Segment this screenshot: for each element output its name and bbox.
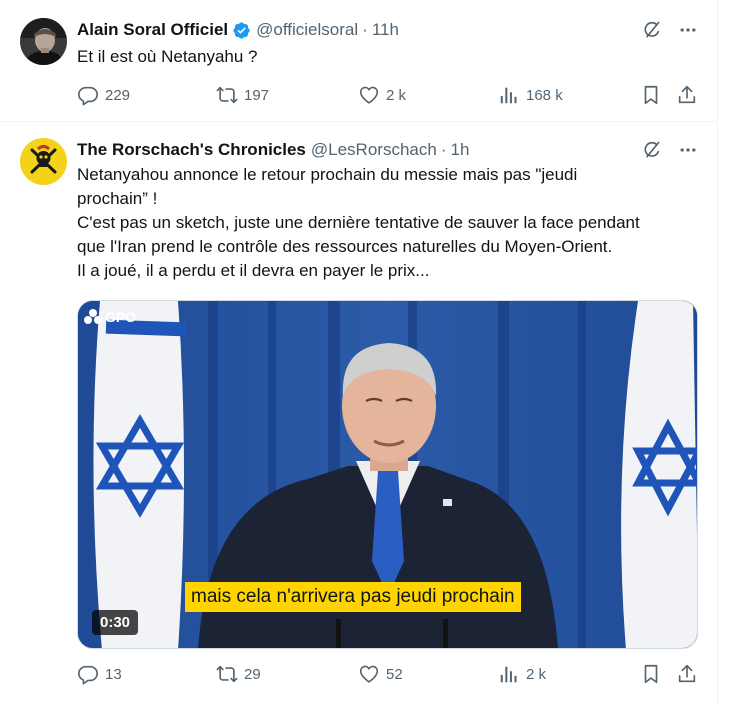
like-button[interactable]: 52 <box>358 663 403 685</box>
reply-icon <box>77 84 99 106</box>
views-icon <box>498 84 520 106</box>
tweet-text-line: C'est pas un sketch, juste une dernière … <box>77 213 640 232</box>
tweet-action-bar: 229 197 2 k 168 k <box>77 84 702 108</box>
gpo-logo-text: GPO <box>105 309 137 325</box>
views-count: 168 k <box>526 86 563 104</box>
video-duration: 0:30 <box>92 610 139 635</box>
retweet-icon <box>216 663 238 685</box>
author-handle[interactable]: @LesRorschach <box>311 140 437 160</box>
share-icon <box>676 663 698 685</box>
grok-icon[interactable] <box>641 139 663 161</box>
heart-icon <box>358 663 380 685</box>
video-subtitle: mais cela n'arrivera pas jeudi prochain <box>185 582 521 612</box>
bookmark-icon <box>640 84 662 106</box>
reply-count: 13 <box>105 665 122 683</box>
views-button[interactable]: 2 k <box>498 663 546 685</box>
heart-icon <box>358 84 380 106</box>
tweet-text-line: que l'Iran prend le contrôle des ressour… <box>77 237 613 256</box>
tweet-text: Netanyahou annonce le retour prochain du… <box>77 163 702 283</box>
timeline-right-border <box>717 0 718 704</box>
author-handle[interactable]: @officielsoral <box>256 20 358 40</box>
avatar[interactable] <box>20 138 67 185</box>
tweet-alain-soral[interactable]: Alain Soral Officiel @officielsoral · 11… <box>0 0 717 122</box>
tweet-text-line: Netanyahou annonce le retour prochain du… <box>77 165 578 184</box>
share-icon <box>676 84 698 106</box>
tweet-top-actions <box>641 139 699 161</box>
separator-dot: · <box>362 20 368 39</box>
verified-badge-icon <box>232 21 251 40</box>
views-button[interactable]: 168 k <box>498 84 563 106</box>
share-button[interactable] <box>676 84 698 106</box>
tweet-text: Et il est où Netanyahu ? <box>77 47 258 66</box>
bookmark-button[interactable] <box>640 84 662 106</box>
tweet-text-line: prochain” ! <box>77 189 158 208</box>
timestamp[interactable]: 1h <box>451 140 470 160</box>
author-name[interactable]: The Rorschach's Chronicles <box>77 140 306 160</box>
separator-dot: · <box>440 140 447 159</box>
reply-button[interactable]: 13 <box>77 663 122 685</box>
tweet-text-line: Il a joué, il a perdu et il devra en pay… <box>77 261 430 280</box>
views-icon <box>498 663 520 685</box>
tweet-action-bar: 13 29 52 2 k <box>77 663 702 687</box>
more-icon[interactable] <box>677 19 699 41</box>
bookmark-icon <box>640 663 662 685</box>
retweet-button[interactable]: 197 <box>216 84 269 106</box>
retweet-icon <box>216 84 238 106</box>
timestamp[interactable]: 11h <box>372 20 399 40</box>
reply-count: 229 <box>105 86 131 104</box>
like-count: 52 <box>386 665 403 683</box>
gpo-logo: GPO <box>83 307 136 327</box>
views-count: 2 k <box>526 665 547 683</box>
share-button[interactable] <box>676 663 698 685</box>
reply-icon <box>77 663 99 685</box>
retweet-count: 29 <box>244 665 261 683</box>
bookmark-button[interactable] <box>640 663 662 685</box>
avatar[interactable] <box>20 18 67 65</box>
grok-icon[interactable] <box>641 19 663 41</box>
tweet-header: Alain Soral Officiel @officielsoral · 11… <box>77 19 399 41</box>
tweet-top-actions <box>641 19 699 41</box>
retweet-count: 197 <box>244 86 270 104</box>
author-name[interactable]: Alain Soral Officiel <box>77 20 228 40</box>
video-player[interactable]: GPO mais cela n'arrivera pas jeudi proch… <box>77 300 698 649</box>
like-count: 2 k <box>386 86 407 104</box>
tweet-rorschach[interactable]: The Rorschach's Chronicles @LesRorschach… <box>0 122 717 704</box>
tweet-header: The Rorschach's Chronicles @LesRorschach… <box>77 139 469 161</box>
gpo-logo-icon <box>84 309 102 324</box>
retweet-button[interactable]: 29 <box>216 663 261 685</box>
reply-button[interactable]: 229 <box>77 84 130 106</box>
like-button[interactable]: 2 k <box>358 84 406 106</box>
more-icon[interactable] <box>677 139 699 161</box>
